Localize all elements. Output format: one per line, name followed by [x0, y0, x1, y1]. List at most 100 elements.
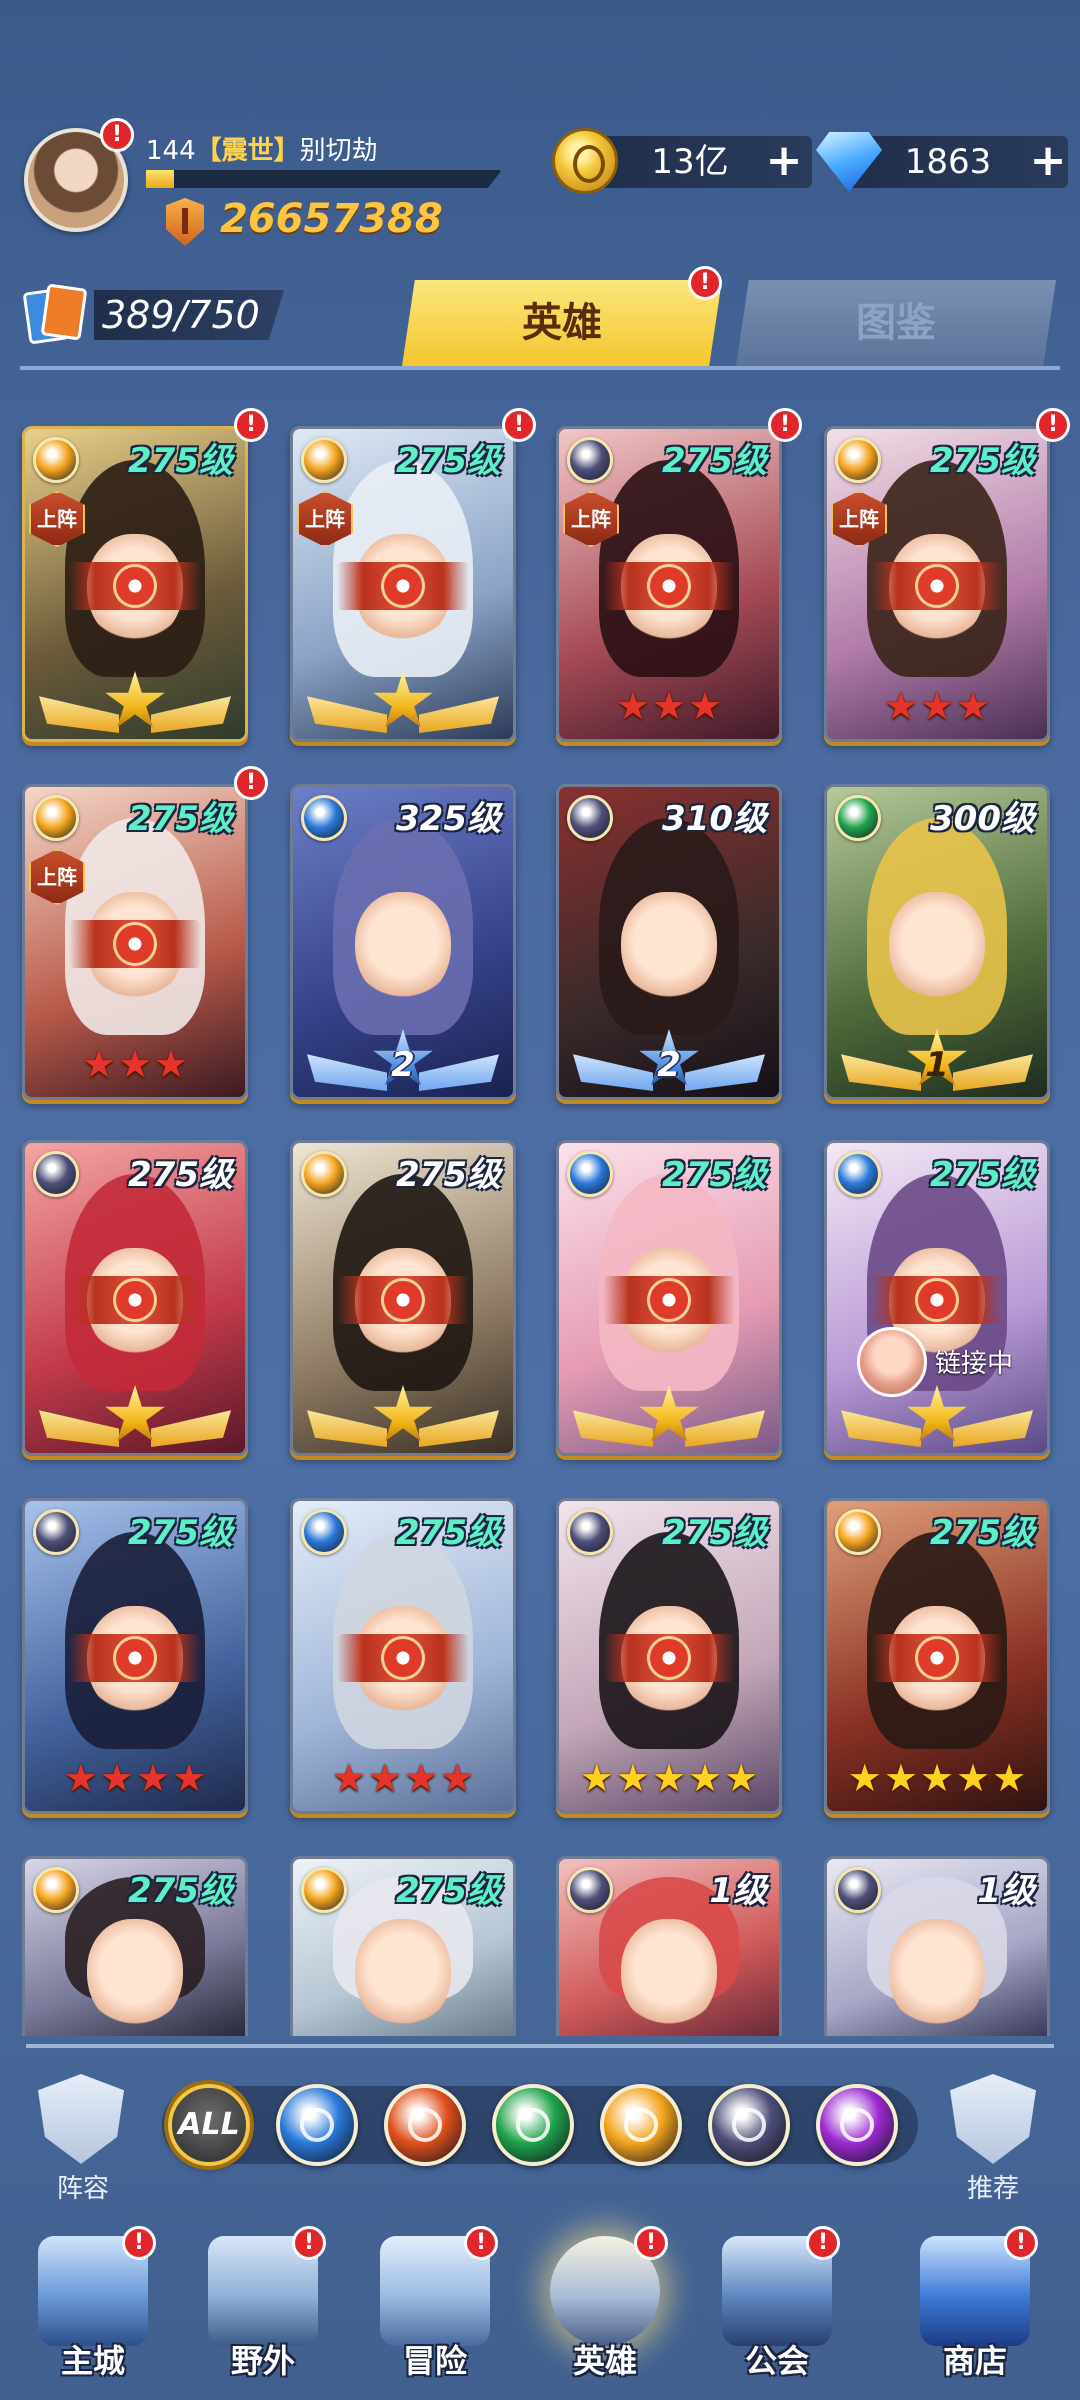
- hero-card[interactable]: 1级: [824, 1856, 1050, 2036]
- hero-card[interactable]: 1级: [556, 1856, 782, 2036]
- star-icon: ★: [81, 1042, 116, 1086]
- hero-card[interactable]: 275级: [22, 1140, 248, 1456]
- star-icon: ★: [883, 1756, 918, 1800]
- star-rating: ★ ★ ★: [559, 681, 779, 731]
- hero-level: 275级: [396, 1155, 501, 1195]
- recommend-label: 推荐: [966, 2174, 1019, 2204]
- star-icon: ★: [883, 684, 918, 728]
- hero-level: 275级: [930, 1155, 1035, 1195]
- filter-all-button[interactable]: ALL: [168, 2084, 250, 2166]
- tab-heroes-label: 英雄: [522, 300, 602, 346]
- hero-card[interactable]: 275级 上阵 ★ ★ ★: [556, 426, 782, 742]
- hero-card[interactable]: 325级 2: [290, 784, 516, 1100]
- awaken-emblem: [871, 562, 1003, 611]
- hero-level: 275级: [396, 441, 501, 481]
- link-avatar: [857, 1327, 927, 1397]
- rank-star-number: 1: [925, 1045, 949, 1085]
- link-status-text: 链接中: [935, 1349, 1014, 1379]
- hero-alert-badge: !: [1036, 408, 1070, 442]
- nav-alert-badge: !: [464, 2226, 498, 2260]
- hero-card[interactable]: 275级: [290, 1856, 516, 2036]
- star-icon: ★: [172, 1756, 207, 1800]
- hero-card[interactable]: 275级: [556, 1140, 782, 1456]
- hero-card[interactable]: 310级 2: [556, 784, 782, 1100]
- add-gold-button[interactable]: +: [764, 139, 804, 183]
- hero-level: 275级: [930, 1513, 1035, 1553]
- hero-alert-badge: !: [234, 408, 268, 442]
- void-element-icon: [33, 1151, 79, 1197]
- star-icon: ★: [847, 1756, 882, 1800]
- tab-heroes-alert-badge: !: [688, 266, 722, 300]
- fire-element-icon: [408, 2108, 442, 2142]
- player-guild: 【震世】: [195, 136, 300, 166]
- hero-card[interactable]: 275级 上阵 ★ ★ ★: [22, 784, 248, 1100]
- star-icon: ★: [688, 1756, 723, 1800]
- filter-water-button[interactable]: [276, 2084, 358, 2166]
- awaken-emblem: [69, 1634, 201, 1683]
- hero-card[interactable]: 275级 上阵 ★ ★ ★: [824, 426, 1050, 742]
- star-icon: ★: [651, 684, 687, 728]
- nav-alert-badge: !: [292, 2226, 326, 2260]
- awaken-emblem: [337, 562, 469, 611]
- hero-level: 275级: [396, 1871, 501, 1911]
- hero-card[interactable]: 275级 ★ ★ ★ ★: [290, 1498, 516, 1814]
- hero-level: 275级: [128, 1871, 233, 1911]
- hero-level: 275级: [128, 441, 233, 481]
- hero-level: 275级: [128, 799, 233, 839]
- light-element-icon: [301, 1867, 347, 1913]
- filter-dark-button[interactable]: [816, 2084, 898, 2166]
- gold-coin-icon: [552, 128, 618, 194]
- hero-card[interactable]: 275级 ★ ★ ★ ★ ★: [824, 1498, 1050, 1814]
- void-element-icon: [567, 437, 613, 483]
- hero-face: [889, 892, 985, 1003]
- tab-codex-label: 图鉴: [856, 300, 936, 346]
- hero-level: 300级: [930, 799, 1035, 839]
- awaken-emblem: [69, 920, 201, 969]
- rank-star-number: 2: [391, 1045, 415, 1085]
- combat-power-icon: [166, 198, 204, 246]
- nav-alert-badge: !: [122, 2226, 156, 2260]
- star-icon: ★: [440, 1756, 475, 1800]
- lineup-shield-icon[interactable]: [38, 2074, 124, 2164]
- hero-card[interactable]: 275级 上阵: [22, 426, 248, 742]
- star-icon: ★: [956, 684, 991, 728]
- combat-power-value: 26657388: [220, 196, 443, 242]
- light-element-icon: [301, 437, 347, 483]
- star-icon: ★: [579, 1756, 614, 1800]
- light-element-icon: [835, 1509, 881, 1555]
- filter-fire-button[interactable]: [384, 2084, 466, 2166]
- hero-face: [621, 1919, 717, 2030]
- nav-label: 主城: [60, 2342, 125, 2380]
- add-gems-button[interactable]: +: [1028, 139, 1068, 183]
- hero-card[interactable]: 275级: [290, 1140, 516, 1456]
- hero-card[interactable]: 300级 1: [824, 784, 1050, 1100]
- hero-level: 275级: [396, 1513, 501, 1553]
- gold-value: 13亿: [651, 142, 729, 182]
- filter-light-button[interactable]: [600, 2084, 682, 2166]
- hero-card[interactable]: 275级链接中: [824, 1140, 1050, 1456]
- filter-wind-button[interactable]: [492, 2084, 574, 2166]
- void-element-icon: [835, 1867, 881, 1913]
- filter-void-button[interactable]: [708, 2084, 790, 2166]
- avatar-alert-badge: !: [100, 118, 134, 152]
- gem-value: 1863: [904, 142, 992, 182]
- hero-face: [621, 892, 717, 1003]
- recommend-thumbs-icon[interactable]: [950, 2074, 1036, 2164]
- hero-level: 310级: [662, 799, 767, 839]
- hero-card[interactable]: 275级: [22, 1856, 248, 2036]
- nav-alert-badge: !: [806, 2226, 840, 2260]
- hero-card[interactable]: 275级 ★ ★ ★ ★: [22, 1498, 248, 1814]
- hero-card[interactable]: 275级 上阵: [290, 426, 516, 742]
- void-element-icon: [567, 1867, 613, 1913]
- rank-star-number: 2: [657, 1045, 681, 1085]
- hero-level: 275级: [128, 1155, 233, 1195]
- nav-label: 商店: [942, 2342, 1007, 2380]
- star-icon: ★: [136, 1756, 171, 1800]
- star-icon: ★: [99, 1756, 134, 1800]
- hero-count-value: 389/750: [102, 293, 260, 337]
- hero-card[interactable]: 275级 ★ ★ ★ ★ ★: [556, 1498, 782, 1814]
- awaken-emblem: [69, 562, 201, 611]
- hero-face: [355, 1919, 451, 2030]
- tab-underline: [20, 366, 1060, 370]
- awaken-emblem: [603, 1276, 735, 1325]
